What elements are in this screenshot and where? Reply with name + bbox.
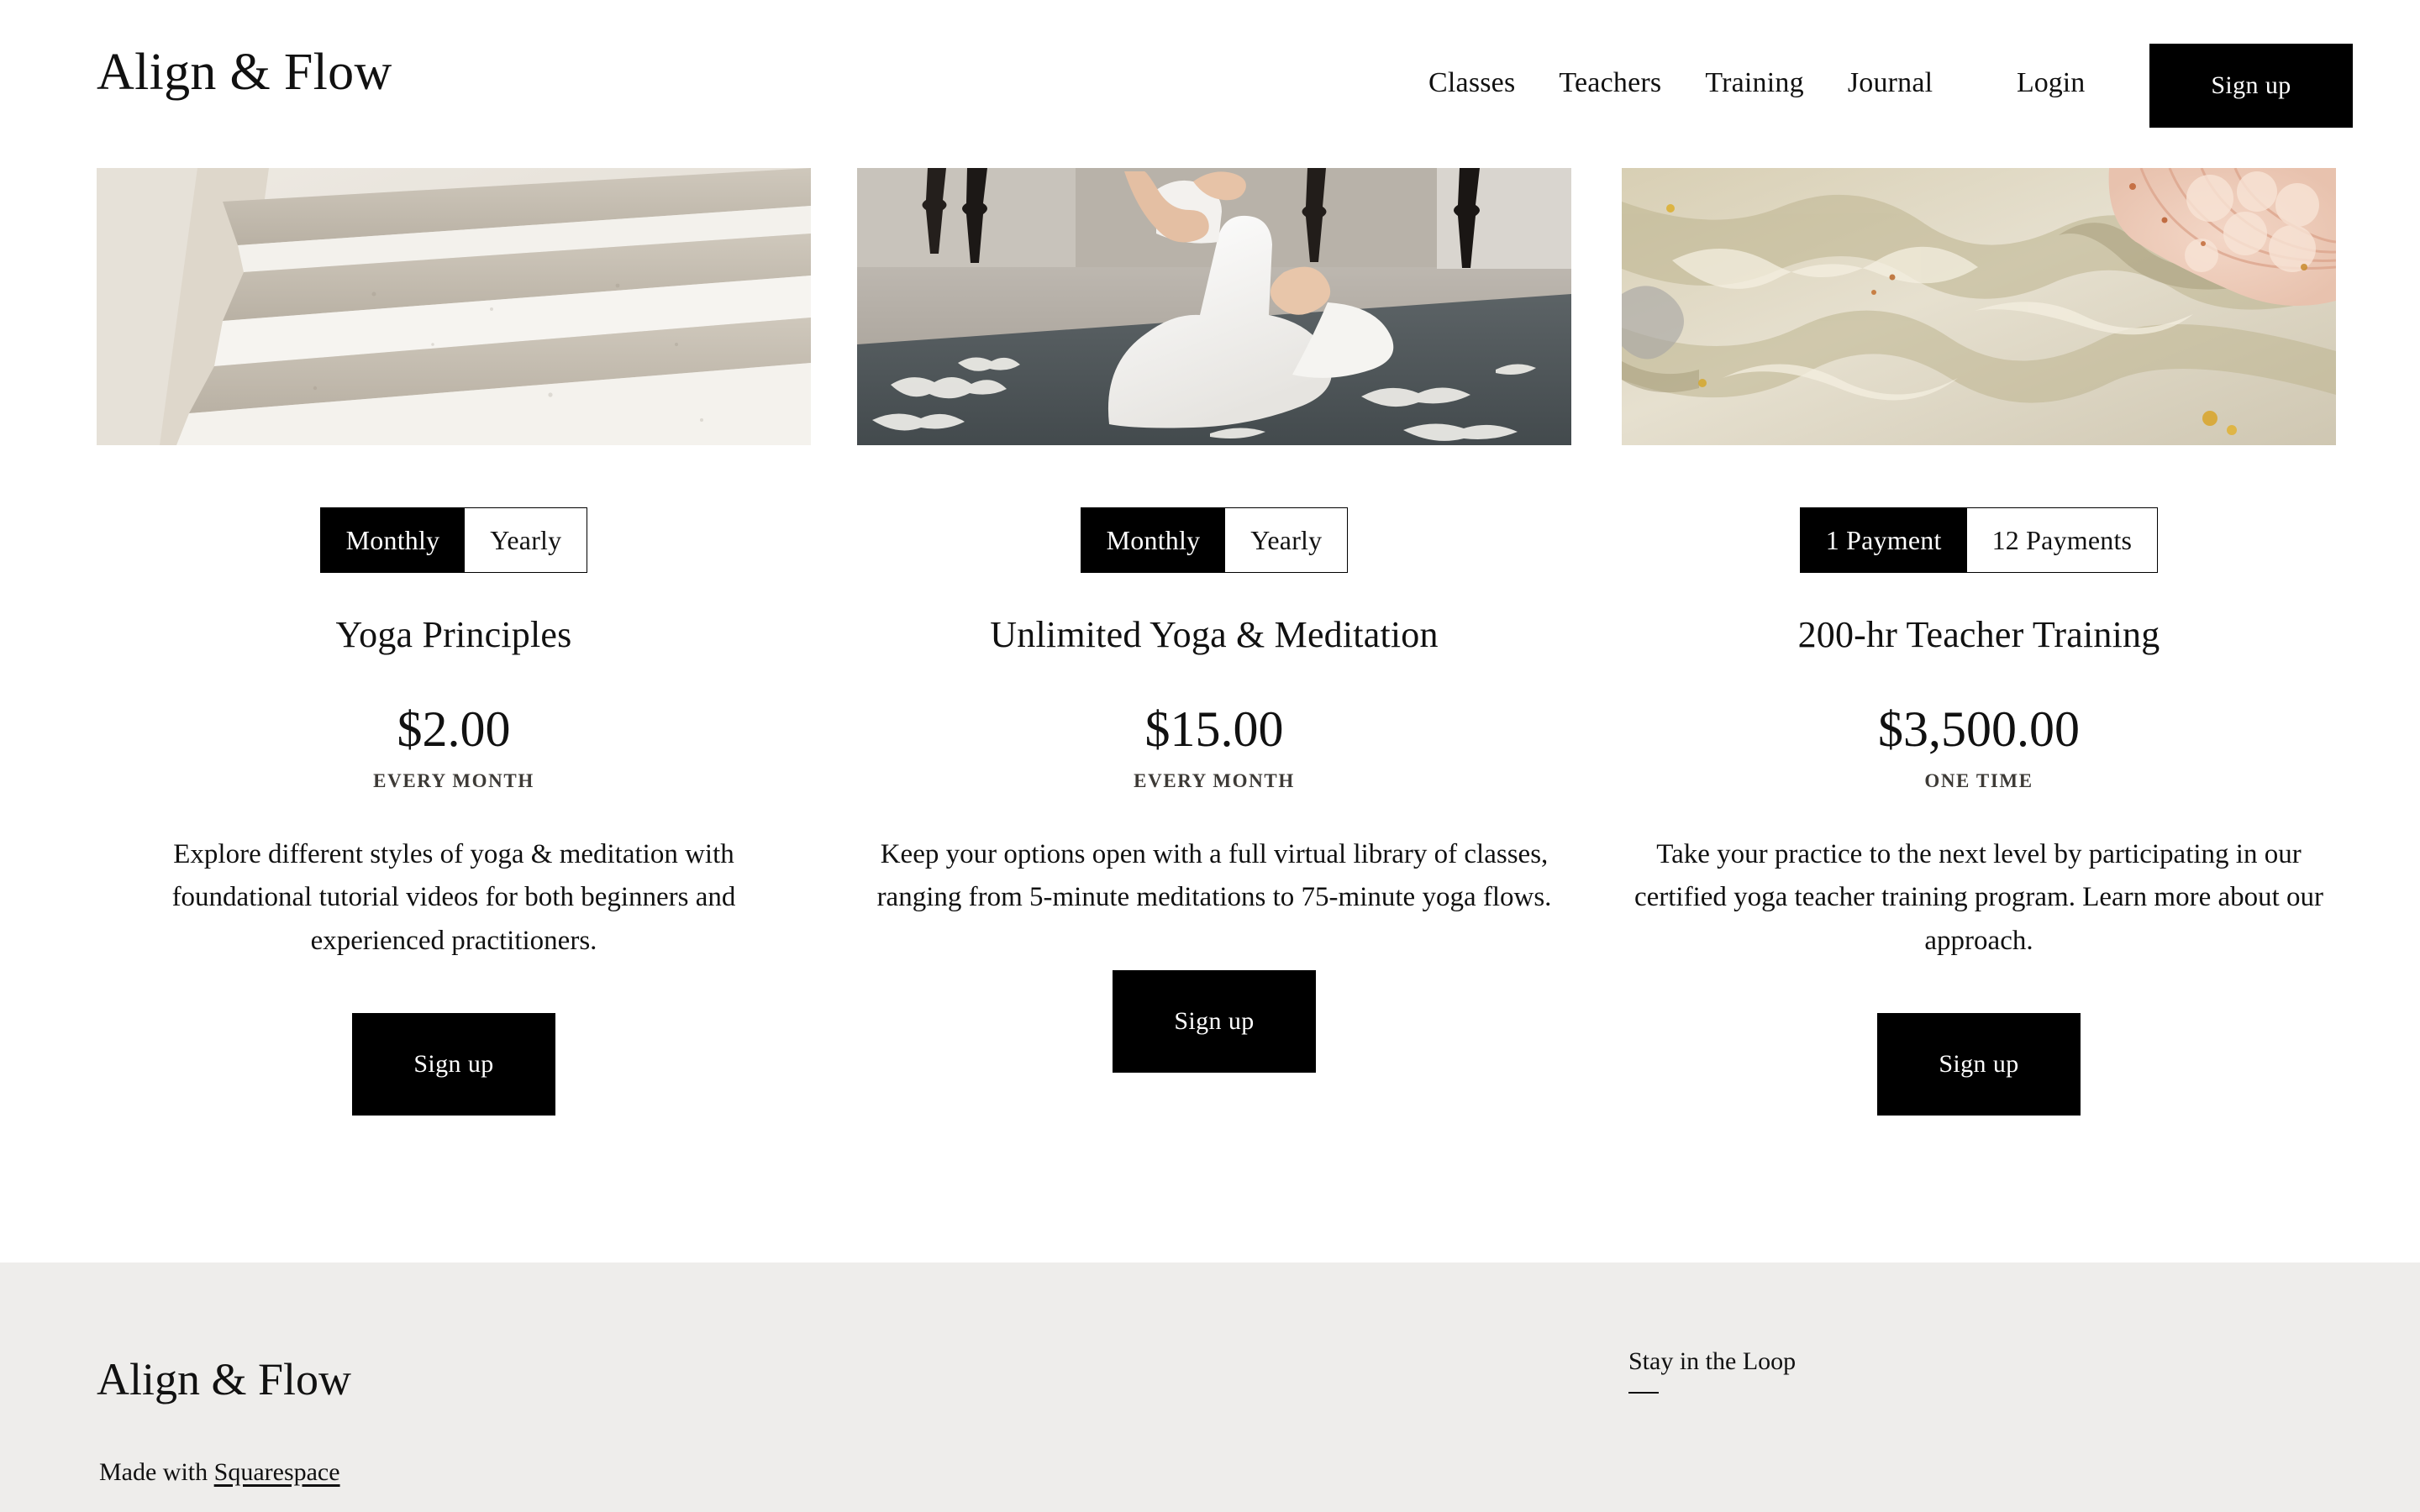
billing-toggle: 1 Payment 12 Payments bbox=[1622, 507, 2336, 573]
plan-cta-wrap: Sign up bbox=[857, 969, 1571, 1073]
pricing-card: 1 Payment 12 Payments 200-hr Teacher Tra… bbox=[1622, 168, 2336, 1116]
footer-brand: Align & Flow bbox=[97, 1354, 352, 1404]
plan-description: Explore different styles of yoga & medit… bbox=[171, 839, 736, 956]
plan-cta-wrap: Sign up bbox=[97, 1012, 811, 1116]
plan-signup-button[interactable]: Sign up bbox=[352, 1012, 555, 1116]
plan-description: Take your practice to the next level by … bbox=[1634, 839, 2324, 956]
plan-title: Yoga Principles bbox=[335, 614, 572, 655]
woman-meditating-photo bbox=[857, 168, 1571, 445]
site-header: Align & Flow Classes Teachers Training J… bbox=[0, 0, 2420, 168]
brand-logo[interactable]: Align & Flow bbox=[97, 44, 392, 101]
plan-price: $2.00 bbox=[397, 701, 511, 757]
site-footer: Align & Flow Made with Squarespace Stay … bbox=[0, 1263, 2420, 1512]
onyx-marble-photo bbox=[1622, 168, 2336, 445]
toggle-option-monthly[interactable]: Monthly bbox=[1081, 508, 1226, 572]
stone-stairs-photo bbox=[97, 168, 811, 445]
nav-item-login[interactable]: Login bbox=[2017, 69, 2085, 97]
plan-price: $3,500.00 bbox=[1878, 701, 2080, 757]
main-navigation: Classes Teachers Training Journal bbox=[1428, 69, 1933, 97]
newsletter-divider-dash bbox=[1628, 1392, 1659, 1394]
nav-item-classes[interactable]: Classes bbox=[1428, 69, 1515, 97]
plan-billing-period: EVERY MONTH bbox=[1134, 770, 1295, 791]
pricing-section: Monthly Yearly Yoga Principles $2.00 EVE… bbox=[0, 0, 2420, 1263]
toggle-option-yearly[interactable]: Yearly bbox=[1225, 508, 1348, 572]
plan-description: Keep your options open with a full virtu… bbox=[876, 839, 1552, 913]
plan-signup-button[interactable]: Sign up bbox=[1877, 1012, 2081, 1116]
plan-price: $15.00 bbox=[1144, 701, 1284, 757]
footer-made-with-prefix: Made with bbox=[99, 1458, 214, 1486]
toggle-option-twelve-payments[interactable]: 12 Payments bbox=[1966, 508, 2158, 572]
nav-item-teachers[interactable]: Teachers bbox=[1559, 69, 1661, 97]
pricing-card: Monthly Yearly Unlimited Yoga & Meditati… bbox=[857, 168, 1571, 1073]
footer-newsletter: Stay in the Loop bbox=[1628, 1347, 1796, 1394]
billing-toggle: Monthly Yearly bbox=[857, 507, 1571, 573]
plan-title: Unlimited Yoga & Meditation bbox=[990, 614, 1439, 655]
toggle-option-monthly[interactable]: Monthly bbox=[320, 508, 466, 572]
footer-made-with: Made with Squarespace bbox=[99, 1457, 340, 1488]
plan-billing-period: ONE TIME bbox=[1924, 770, 2033, 791]
header-signup-button[interactable]: Sign up bbox=[2149, 44, 2353, 128]
billing-toggle: Monthly Yearly bbox=[97, 507, 811, 573]
nav-item-journal[interactable]: Journal bbox=[1848, 69, 1933, 97]
plan-signup-button[interactable]: Sign up bbox=[1113, 969, 1316, 1073]
pricing-card: Monthly Yearly Yoga Principles $2.00 EVE… bbox=[97, 168, 811, 1116]
plan-title: 200-hr Teacher Training bbox=[1797, 614, 2160, 655]
toggle-option-one-payment[interactable]: 1 Payment bbox=[1800, 508, 1967, 572]
newsletter-title: Stay in the Loop bbox=[1628, 1347, 1797, 1375]
toggle-option-yearly[interactable]: Yearly bbox=[465, 508, 587, 572]
squarespace-link[interactable]: Squarespace bbox=[214, 1458, 340, 1486]
nav-item-training[interactable]: Training bbox=[1705, 69, 1803, 97]
plan-cta-wrap: Sign up bbox=[1622, 1012, 2336, 1116]
plan-billing-period: EVERY MONTH bbox=[373, 770, 534, 791]
